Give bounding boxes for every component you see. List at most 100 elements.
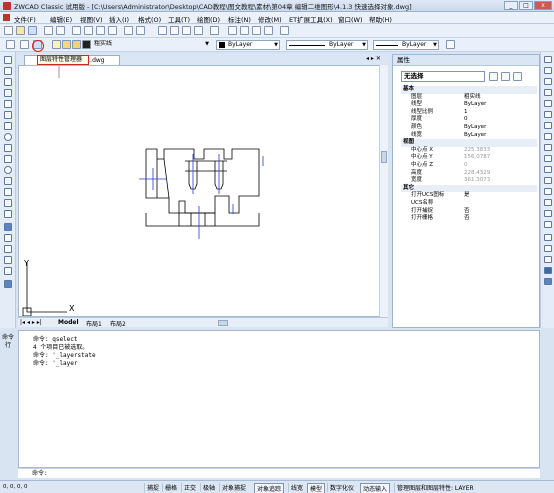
drawing-canvas[interactable]: Y X [18, 65, 388, 317]
property-group[interactable]: 基本 [401, 86, 537, 94]
select-objects-icon[interactable] [501, 72, 510, 81]
property-row[interactable]: 线型 ByLayer [401, 101, 537, 109]
tab-nav-arrows[interactable]: |◂ ◂ ▸ ▸| [20, 319, 42, 326]
menu-draw[interactable]: 绘图(D) [197, 14, 220, 24]
array-icon[interactable] [544, 100, 552, 107]
menu-modify[interactable]: 修改(M) [258, 14, 282, 24]
tab-layout1[interactable]: 布局1 [86, 319, 102, 328]
new-file-icon[interactable] [4, 26, 13, 35]
fillet-icon[interactable] [544, 210, 552, 217]
status-lineweight[interactable]: 线宽 [288, 483, 305, 492]
wipeout-icon[interactable] [4, 280, 12, 288]
menu-et-tools[interactable]: ET扩展工具(X) [289, 14, 333, 24]
menu-insert[interactable]: 插入(I) [109, 14, 129, 24]
status-osnap[interactable]: 对象捕捉 [219, 483, 248, 492]
polygon-icon[interactable] [4, 100, 12, 108]
command-input[interactable]: 命令: [18, 468, 540, 478]
lengthen-icon[interactable] [544, 245, 552, 252]
linetype-dropdown[interactable]: ByLayer ▼ [286, 40, 368, 50]
scale-icon[interactable] [544, 133, 552, 140]
spline-icon[interactable] [4, 155, 12, 163]
polyline-icon[interactable] [4, 89, 12, 97]
menu-tools[interactable]: 工具(T) [168, 14, 190, 24]
save-icon[interactable] [28, 26, 37, 35]
calculator-icon[interactable] [264, 26, 273, 35]
hatch-icon[interactable] [4, 223, 12, 231]
multiline-text-icon[interactable] [4, 267, 12, 275]
make-block-icon[interactable] [4, 199, 12, 207]
ray-icon[interactable] [4, 67, 12, 75]
arc-icon[interactable] [4, 122, 12, 130]
maximize-button[interactable]: □ [519, 1, 533, 10]
erase-icon[interactable] [544, 56, 552, 63]
paste-icon[interactable] [96, 26, 105, 35]
zoom-realtime-icon[interactable] [170, 26, 179, 35]
property-row[interactable]: UCS名称 [401, 200, 537, 208]
rectangle-icon[interactable] [4, 111, 12, 119]
property-row[interactable]: 厚度 0 [401, 116, 537, 124]
copy-object-icon[interactable] [544, 67, 552, 74]
print-preview-icon[interactable] [56, 26, 65, 35]
stretch-icon[interactable] [544, 144, 552, 151]
trim-icon[interactable] [544, 155, 552, 162]
status-model[interactable]: 模型 [307, 483, 326, 493]
lineweight-dropdown[interactable]: ByLayer ▼ [373, 40, 439, 50]
explode-icon[interactable] [544, 221, 552, 228]
ellipse-icon[interactable] [4, 166, 12, 174]
toggle-pickadd-icon[interactable] [489, 72, 498, 81]
quick-select-icon[interactable] [513, 72, 522, 81]
property-row[interactable]: 宽度 361.3073 [401, 177, 537, 185]
layer-previous-icon[interactable] [6, 40, 15, 49]
zoom-window-icon[interactable] [182, 26, 191, 35]
hatch-edit-icon[interactable] [544, 278, 552, 285]
insert-block-icon[interactable] [4, 188, 12, 196]
tab-layout2[interactable]: 布局2 [110, 319, 126, 328]
cut-icon[interactable] [72, 26, 81, 35]
print-icon[interactable] [44, 26, 53, 35]
redo-icon[interactable] [136, 26, 145, 35]
tab-navigation-icons[interactable]: ◂ ▸ ✕ [366, 55, 381, 62]
extend-icon[interactable] [544, 166, 552, 173]
open-folder-icon[interactable] [16, 26, 25, 35]
ellipse-arc-icon[interactable] [4, 177, 12, 185]
property-row[interactable]: 中心点 Z 0 [401, 162, 537, 170]
menu-view[interactable]: 视图(V) [80, 14, 103, 24]
menu-window[interactable]: 窗口(W) [338, 14, 363, 24]
status-ortho[interactable]: 正交 [181, 483, 198, 492]
menu-app-icon[interactable] [3, 14, 10, 21]
property-group[interactable]: 视图 [401, 139, 537, 147]
pedit-icon[interactable] [544, 256, 552, 263]
menu-edit[interactable]: 编辑(E) [50, 14, 72, 24]
ucs-tool-icon[interactable] [544, 267, 552, 274]
menu-help[interactable]: 帮助(H) [369, 14, 392, 24]
move-icon[interactable] [544, 111, 552, 118]
break-icon[interactable] [544, 177, 552, 184]
status-snap[interactable]: 捕捉 [144, 483, 161, 492]
join-icon[interactable] [544, 188, 552, 195]
menu-format[interactable]: 格式(O) [138, 14, 161, 24]
menu-dimension[interactable]: 标注(N) [228, 14, 251, 24]
gradient-icon[interactable] [4, 234, 12, 242]
point-icon[interactable] [4, 210, 12, 218]
status-tablet[interactable]: 数字化仪 [327, 483, 356, 492]
status-dynamic-input[interactable]: 动态输入 [360, 483, 391, 493]
match-properties-icon[interactable] [108, 26, 117, 35]
properties-icon[interactable] [228, 26, 237, 35]
revision-cloud-icon[interactable] [4, 144, 12, 152]
mirror-icon[interactable] [544, 78, 552, 85]
copy-icon[interactable] [84, 26, 93, 35]
help-icon[interactable] [280, 26, 289, 35]
construction-line-icon[interactable] [4, 78, 12, 86]
vertical-scrollbar[interactable] [379, 65, 388, 317]
undo-icon[interactable] [124, 26, 133, 35]
menu-file[interactable]: 文件(F) [14, 14, 36, 24]
selection-dropdown[interactable]: 无选择 [401, 71, 485, 82]
property-row[interactable]: 打开栅格 否 [401, 215, 537, 223]
status-polar[interactable]: 极轴 [200, 483, 217, 492]
color-dropdown[interactable]: ByLayer ▼ [216, 40, 280, 50]
design-center-icon[interactable] [240, 26, 249, 35]
chamfer-icon[interactable] [544, 199, 552, 206]
rotate-icon[interactable] [544, 122, 552, 129]
line-icon[interactable] [4, 56, 12, 64]
property-row[interactable]: 打开UCS图标 是 [401, 192, 537, 200]
